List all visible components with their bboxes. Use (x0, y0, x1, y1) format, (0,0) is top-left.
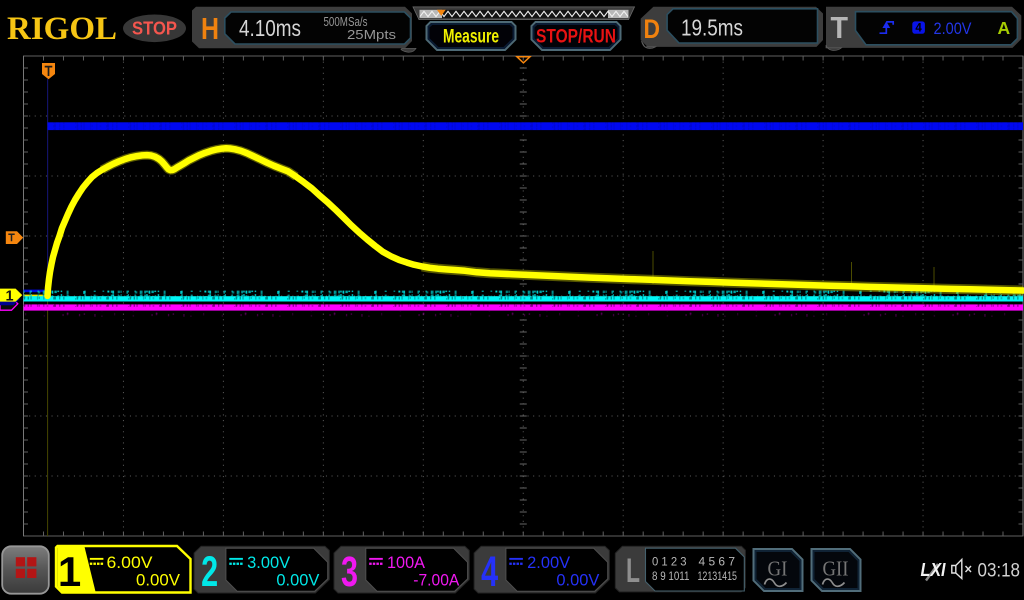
svg-text:GI: GI (768, 557, 788, 581)
svg-text:1: 1 (5, 288, 13, 304)
svg-text:1: 1 (58, 548, 81, 595)
svg-text:RIGOL: RIGOL (7, 11, 117, 47)
svg-text:3.00V: 3.00V (247, 554, 290, 572)
svg-text:A: A (997, 18, 1010, 38)
svg-text:-7.00A: -7.00A (413, 570, 460, 589)
svg-text:6.00V: 6.00V (107, 554, 153, 572)
svg-text:3: 3 (341, 548, 358, 596)
svg-text:4: 4 (481, 548, 498, 596)
svg-text:4.10ms: 4.10ms (239, 15, 301, 41)
svg-text:100A: 100A (387, 554, 425, 572)
svg-text:2: 2 (201, 548, 218, 596)
svg-text:H: H (201, 11, 219, 46)
svg-text:D: D (644, 14, 661, 44)
svg-text:03:18: 03:18 (978, 560, 1021, 581)
svg-text:4 5 6 7: 4 5 6 7 (699, 557, 736, 569)
svg-text:STOP/RUN: STOP/RUN (536, 26, 616, 47)
svg-text:LXI: LXI (921, 559, 947, 580)
svg-text:0.00V: 0.00V (276, 570, 320, 589)
svg-text:25Mpts: 25Mpts (347, 27, 397, 42)
svg-text:T: T (831, 10, 849, 45)
svg-text:0.00V: 0.00V (136, 570, 181, 589)
svg-text:2.00V: 2.00V (934, 19, 973, 38)
svg-text:0 1 2 3: 0 1 2 3 (652, 557, 687, 569)
svg-text:12131415: 12131415 (698, 571, 738, 583)
svg-text:2.00V: 2.00V (527, 554, 570, 572)
svg-text:19.5ms: 19.5ms (681, 15, 743, 41)
svg-text:GII: GII (823, 557, 849, 581)
svg-text:8 9 1011: 8 9 1011 (652, 571, 690, 583)
svg-text:L: L (626, 552, 640, 590)
svg-text:STOP: STOP (132, 19, 177, 39)
svg-text:Measure: Measure (443, 26, 499, 47)
svg-text:4: 4 (915, 23, 922, 35)
svg-text:0.00V: 0.00V (556, 570, 600, 589)
